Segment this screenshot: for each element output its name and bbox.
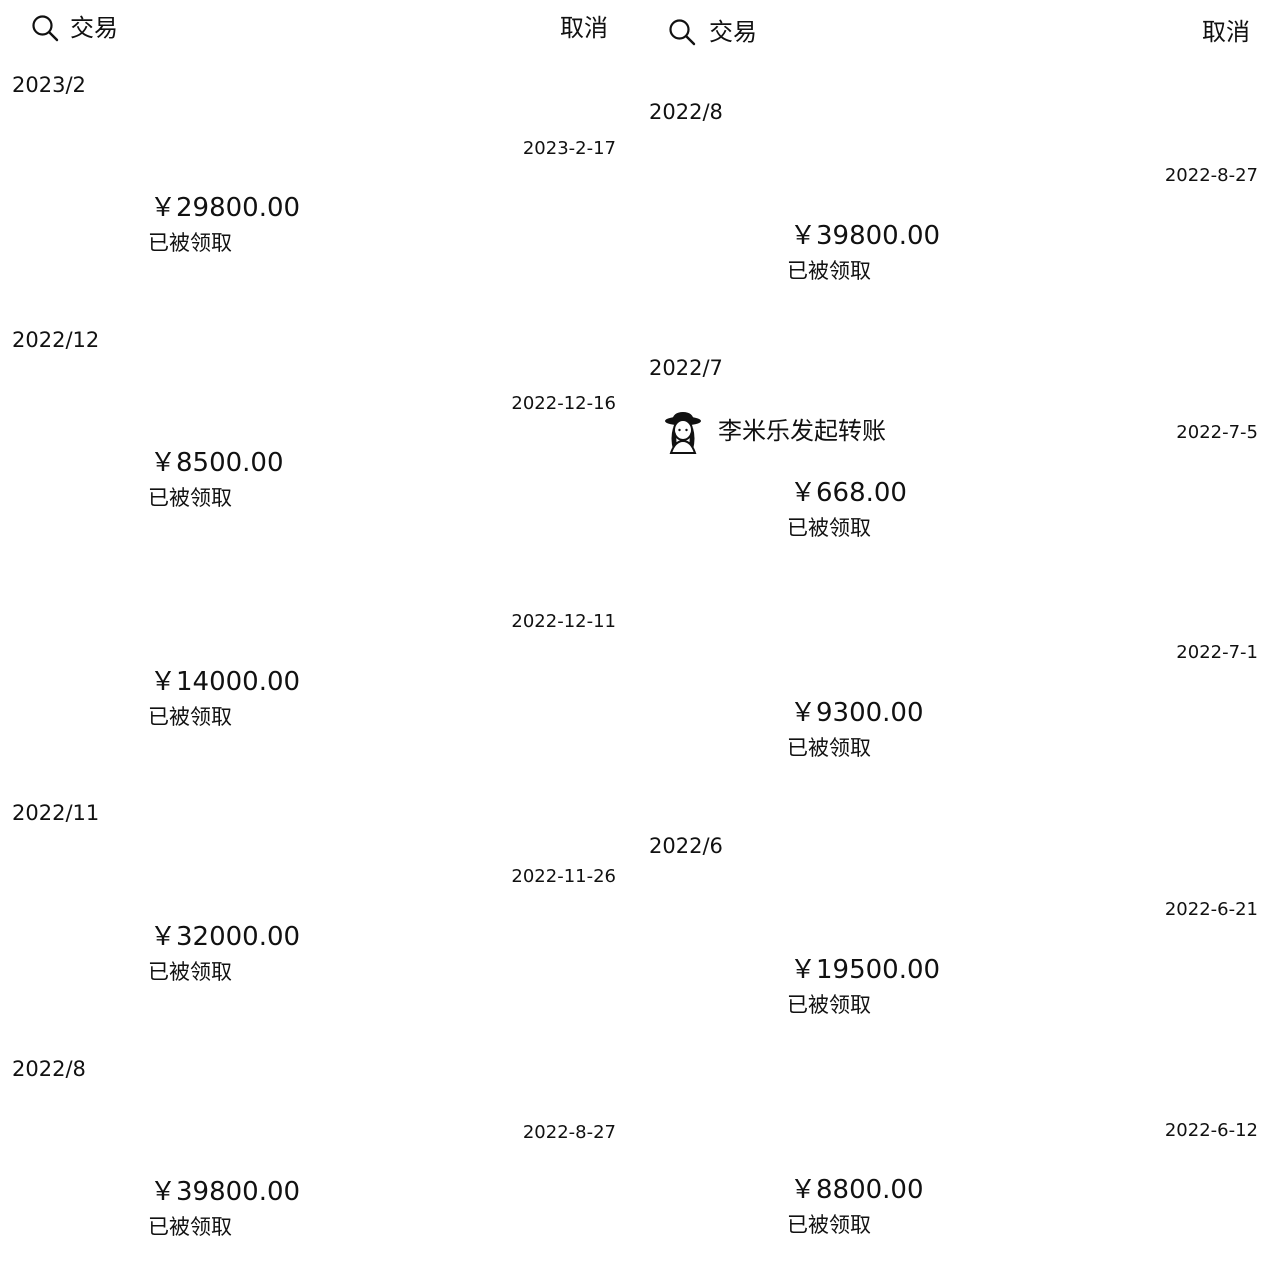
month-header: 2022/11 [12, 801, 100, 825]
transaction-date: 2022-12-16 [511, 393, 616, 414]
transaction-status: 已被领取 [787, 993, 871, 1017]
transaction-list-panel-left: 交易 取消 2023/2 2023-2-17 ￥29800.00 已被领取 20… [0, 0, 640, 1280]
transaction-status: 已被领取 [787, 1213, 871, 1237]
transaction-status: 已被领取 [148, 1215, 232, 1239]
transaction-amount: ￥9300.00 [790, 698, 924, 728]
transaction-status: 已被领取 [148, 486, 232, 510]
transaction-date: 2023-2-17 [522, 138, 616, 159]
transaction-status: 已被领取 [148, 705, 232, 729]
transaction-status: 已被领取 [148, 960, 232, 984]
search-icon[interactable] [30, 13, 60, 43]
search-icon[interactable] [667, 17, 697, 47]
transaction-list-panel-right: 交易 取消 2022/8 2022-8-27 ￥39800.00 已被领取 20… [640, 0, 1280, 1280]
cancel-button[interactable]: 取消 [560, 13, 608, 43]
transaction-date: 2022-12-11 [511, 611, 616, 632]
transaction-initiator: 李米乐发起转账 [718, 417, 886, 445]
transaction-date: 2022-8-27 [1164, 165, 1258, 186]
transaction-status: 已被领取 [148, 231, 232, 255]
transaction-date: 2022-7-1 [1176, 642, 1258, 663]
month-header: 2022/7 [649, 356, 723, 380]
cancel-button[interactable]: 取消 [1202, 17, 1250, 47]
transaction-amount: ￥39800.00 [150, 1177, 301, 1207]
transaction-amount: ￥32000.00 [150, 922, 301, 952]
transaction-amount: ￥14000.00 [150, 667, 301, 697]
transaction-date: 2022-6-12 [1164, 1120, 1258, 1141]
transaction-date: 2022-8-27 [522, 1122, 616, 1143]
transaction-amount: ￥8500.00 [150, 448, 284, 478]
transaction-amount: ￥668.00 [790, 478, 907, 508]
transaction-amount: ￥39800.00 [790, 221, 941, 251]
search-input[interactable]: 交易 [70, 13, 118, 43]
month-header: 2022/12 [12, 328, 100, 352]
month-header: 2022/6 [649, 834, 723, 858]
transaction-status: 已被领取 [787, 516, 871, 540]
month-header: 2022/8 [12, 1057, 86, 1081]
transaction-status: 已被领取 [787, 736, 871, 760]
search-input[interactable]: 交易 [709, 17, 757, 47]
transaction-amount: ￥8800.00 [790, 1175, 924, 1205]
transaction-date: 2022-7-5 [1176, 422, 1258, 443]
transaction-date: 2022-11-26 [511, 866, 616, 887]
avatar [661, 410, 705, 454]
month-header: 2022/8 [649, 100, 723, 124]
transaction-amount: ￥19500.00 [790, 955, 941, 985]
transaction-date: 2022-6-21 [1164, 899, 1258, 920]
transaction-amount: ￥29800.00 [150, 193, 301, 223]
month-header: 2023/2 [12, 73, 86, 97]
transaction-status: 已被领取 [787, 259, 871, 283]
